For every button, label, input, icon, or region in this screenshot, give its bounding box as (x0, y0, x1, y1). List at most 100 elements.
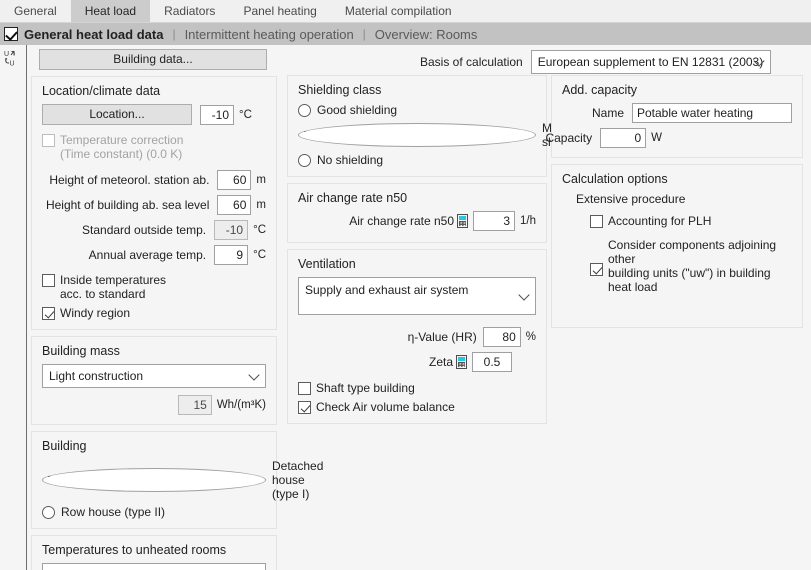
calculator-icon[interactable] (456, 355, 467, 369)
link-intermittent-heating-operation[interactable]: Intermittent heating operation (185, 27, 354, 42)
building-mass-capacity-input (177, 395, 212, 415)
radio-indicator (298, 103, 311, 117)
heat-load-enable-checkbox[interactable] (4, 27, 18, 41)
annual-average-temp-label: Annual average temp. (88, 248, 207, 262)
building-mass-title: Building mass (42, 344, 120, 358)
location-temp-unit: °C (239, 108, 252, 121)
subheader-bar: General heat load data | Intermittent he… (0, 23, 811, 45)
check-air-volume-balance-label: Check Air volume balance (316, 400, 455, 414)
height-building-unit: m (256, 199, 266, 211)
ventilation-title: Ventilation (298, 257, 356, 271)
air-change-rate-label: Air change rate n50 (349, 214, 454, 228)
chevron-down-icon (248, 369, 260, 381)
ventilation-value: Supply and exhaust air system (305, 283, 469, 297)
tab-heat-load[interactable]: Heat load (70, 0, 151, 22)
temperature-correction-line1: Temperature correction (60, 133, 184, 147)
height-building-input[interactable] (217, 195, 252, 215)
unit-swap-icon[interactable]: U U (3, 48, 25, 70)
air-change-rate-input[interactable] (473, 211, 515, 231)
additional-capacity-group: Add. capacity Name Capacity W (545, 75, 803, 158)
radio-good-shielding[interactable]: Good shielding (298, 103, 536, 117)
check-air-volume-balance-checkbox[interactable] (298, 401, 311, 414)
subheader-separator-2: | (362, 27, 366, 41)
building-mass-select[interactable]: Light construction (42, 364, 266, 388)
basis-of-calculation-select[interactable]: European supplement to EN 12831 (2003) (530, 50, 771, 74)
accounting-for-plh-label: Accounting for PLH (608, 214, 712, 228)
svg-text:U: U (10, 61, 15, 68)
inside-temps-standard-label: Inside temperatures acc. to standard (60, 273, 166, 301)
chevron-down-icon (518, 289, 530, 301)
height-building-label: Height of building ab. sea level (45, 198, 210, 212)
svg-text:U: U (4, 51, 9, 58)
capacity-input[interactable] (600, 128, 647, 148)
location-climate-title: Location/climate data (42, 84, 161, 98)
annual-average-temp-unit: °C (253, 249, 266, 261)
radio-indicator (42, 468, 266, 492)
capacity-name-input[interactable] (632, 103, 792, 123)
unheated-rooms-select[interactable]: using correction factor (42, 563, 266, 570)
height-meteo-unit: m (256, 174, 266, 186)
building-type-group: Building Detached house (type I) Row hou… (31, 431, 323, 529)
tab-label: Heat load (84, 4, 137, 18)
radio-moderate-shielding[interactable]: Moderate shielding (298, 121, 593, 149)
radio-no-shielding[interactable]: No shielding (298, 153, 536, 167)
height-meteo-label: Height of meteorol. station ab. (49, 173, 210, 187)
eta-value-unit: % (525, 331, 536, 343)
consider-uw-line1: Consider components adjoining other (608, 238, 777, 266)
accounting-for-plh-checkbox[interactable] (590, 215, 603, 228)
inside-temps-standard-checkbox[interactable] (42, 274, 55, 287)
radio-detached-house[interactable]: Detached house (type I) (42, 459, 323, 501)
additional-capacity-title: Add. capacity (562, 83, 638, 97)
height-meteo-input[interactable] (217, 170, 252, 190)
windy-region-checkbox[interactable] (42, 307, 55, 320)
zeta-input[interactable] (472, 352, 512, 372)
left-column: Building data... Location/climate data L… (31, 49, 323, 570)
inside-temps-line2: acc. to standard (60, 287, 146, 301)
consider-uw-components-checkbox[interactable] (590, 263, 603, 276)
basis-of-calculation-value: European supplement to EN 12831 (2003) (537, 55, 764, 69)
middle-column: Shielding class Good shielding Moderate … (287, 75, 593, 430)
annual-average-temp-input[interactable] (214, 245, 249, 265)
calculator-icon[interactable] (457, 214, 468, 228)
extensive-procedure-label: Extensive procedure (576, 192, 686, 206)
link-overview-rooms[interactable]: Overview: Rooms (375, 27, 478, 42)
page-title: General heat load data (24, 26, 164, 42)
location-temp-input[interactable] (200, 104, 234, 125)
calculation-options-group: Calculation options Extensive procedure … (551, 164, 803, 328)
windy-region-label: Windy region (60, 306, 131, 320)
building-type-title: Building (42, 439, 87, 453)
radio-row-house[interactable]: Row house (type II) (42, 505, 266, 519)
building-mass-capacity-unit: Wh/(m³K) (216, 399, 266, 411)
tab-label: Panel heating (243, 4, 317, 18)
radio-indicator (42, 505, 55, 519)
calculation-options-title: Calculation options (562, 172, 668, 186)
tab-label: Material compilation (344, 4, 452, 18)
air-change-rate-unit: 1/h (520, 215, 536, 227)
subheader-separator-1: | (172, 27, 176, 41)
standard-outside-temp-label: Standard outside temp. (82, 223, 207, 237)
radio-label: No shielding (317, 153, 384, 167)
location-button[interactable]: Location... (42, 104, 192, 125)
radio-label: Detached house (type I) (272, 459, 324, 501)
tab-panel-heating[interactable]: Panel heating (229, 0, 330, 22)
shaft-type-building-checkbox[interactable] (298, 382, 311, 395)
ventilation-group: Ventilation Supply and exhaust air syste… (287, 249, 547, 424)
tab-label: General (14, 4, 57, 18)
basis-of-calculation-label: Basis of calculation (420, 55, 523, 69)
capacity-label: Capacity (545, 131, 593, 145)
tab-material-compilation[interactable]: Material compilation (331, 0, 466, 22)
radio-label: Good shielding (317, 103, 398, 117)
building-data-button[interactable]: Building data... (39, 49, 267, 70)
consider-uw-line2: building units ("uw") in building heat l… (608, 266, 771, 294)
unheated-rooms-title: Temperatures to unheated rooms (42, 543, 227, 557)
shielding-class-title: Shielding class (298, 83, 382, 97)
tab-general[interactable]: General (0, 0, 71, 22)
air-change-rate-title: Air change rate n50 (298, 191, 408, 205)
eta-value-input[interactable] (482, 327, 521, 347)
air-change-rate-group: Air change rate n50 Air change rate n50 … (287, 183, 547, 243)
shielding-class-group: Shielding class Good shielding Moderate … (287, 75, 593, 177)
tab-radiators[interactable]: Radiators (150, 0, 229, 22)
temperature-correction-checkbox[interactable] (42, 134, 55, 147)
capacity-name-label: Name (591, 106, 624, 120)
ventilation-select[interactable]: Supply and exhaust air system (298, 277, 536, 315)
